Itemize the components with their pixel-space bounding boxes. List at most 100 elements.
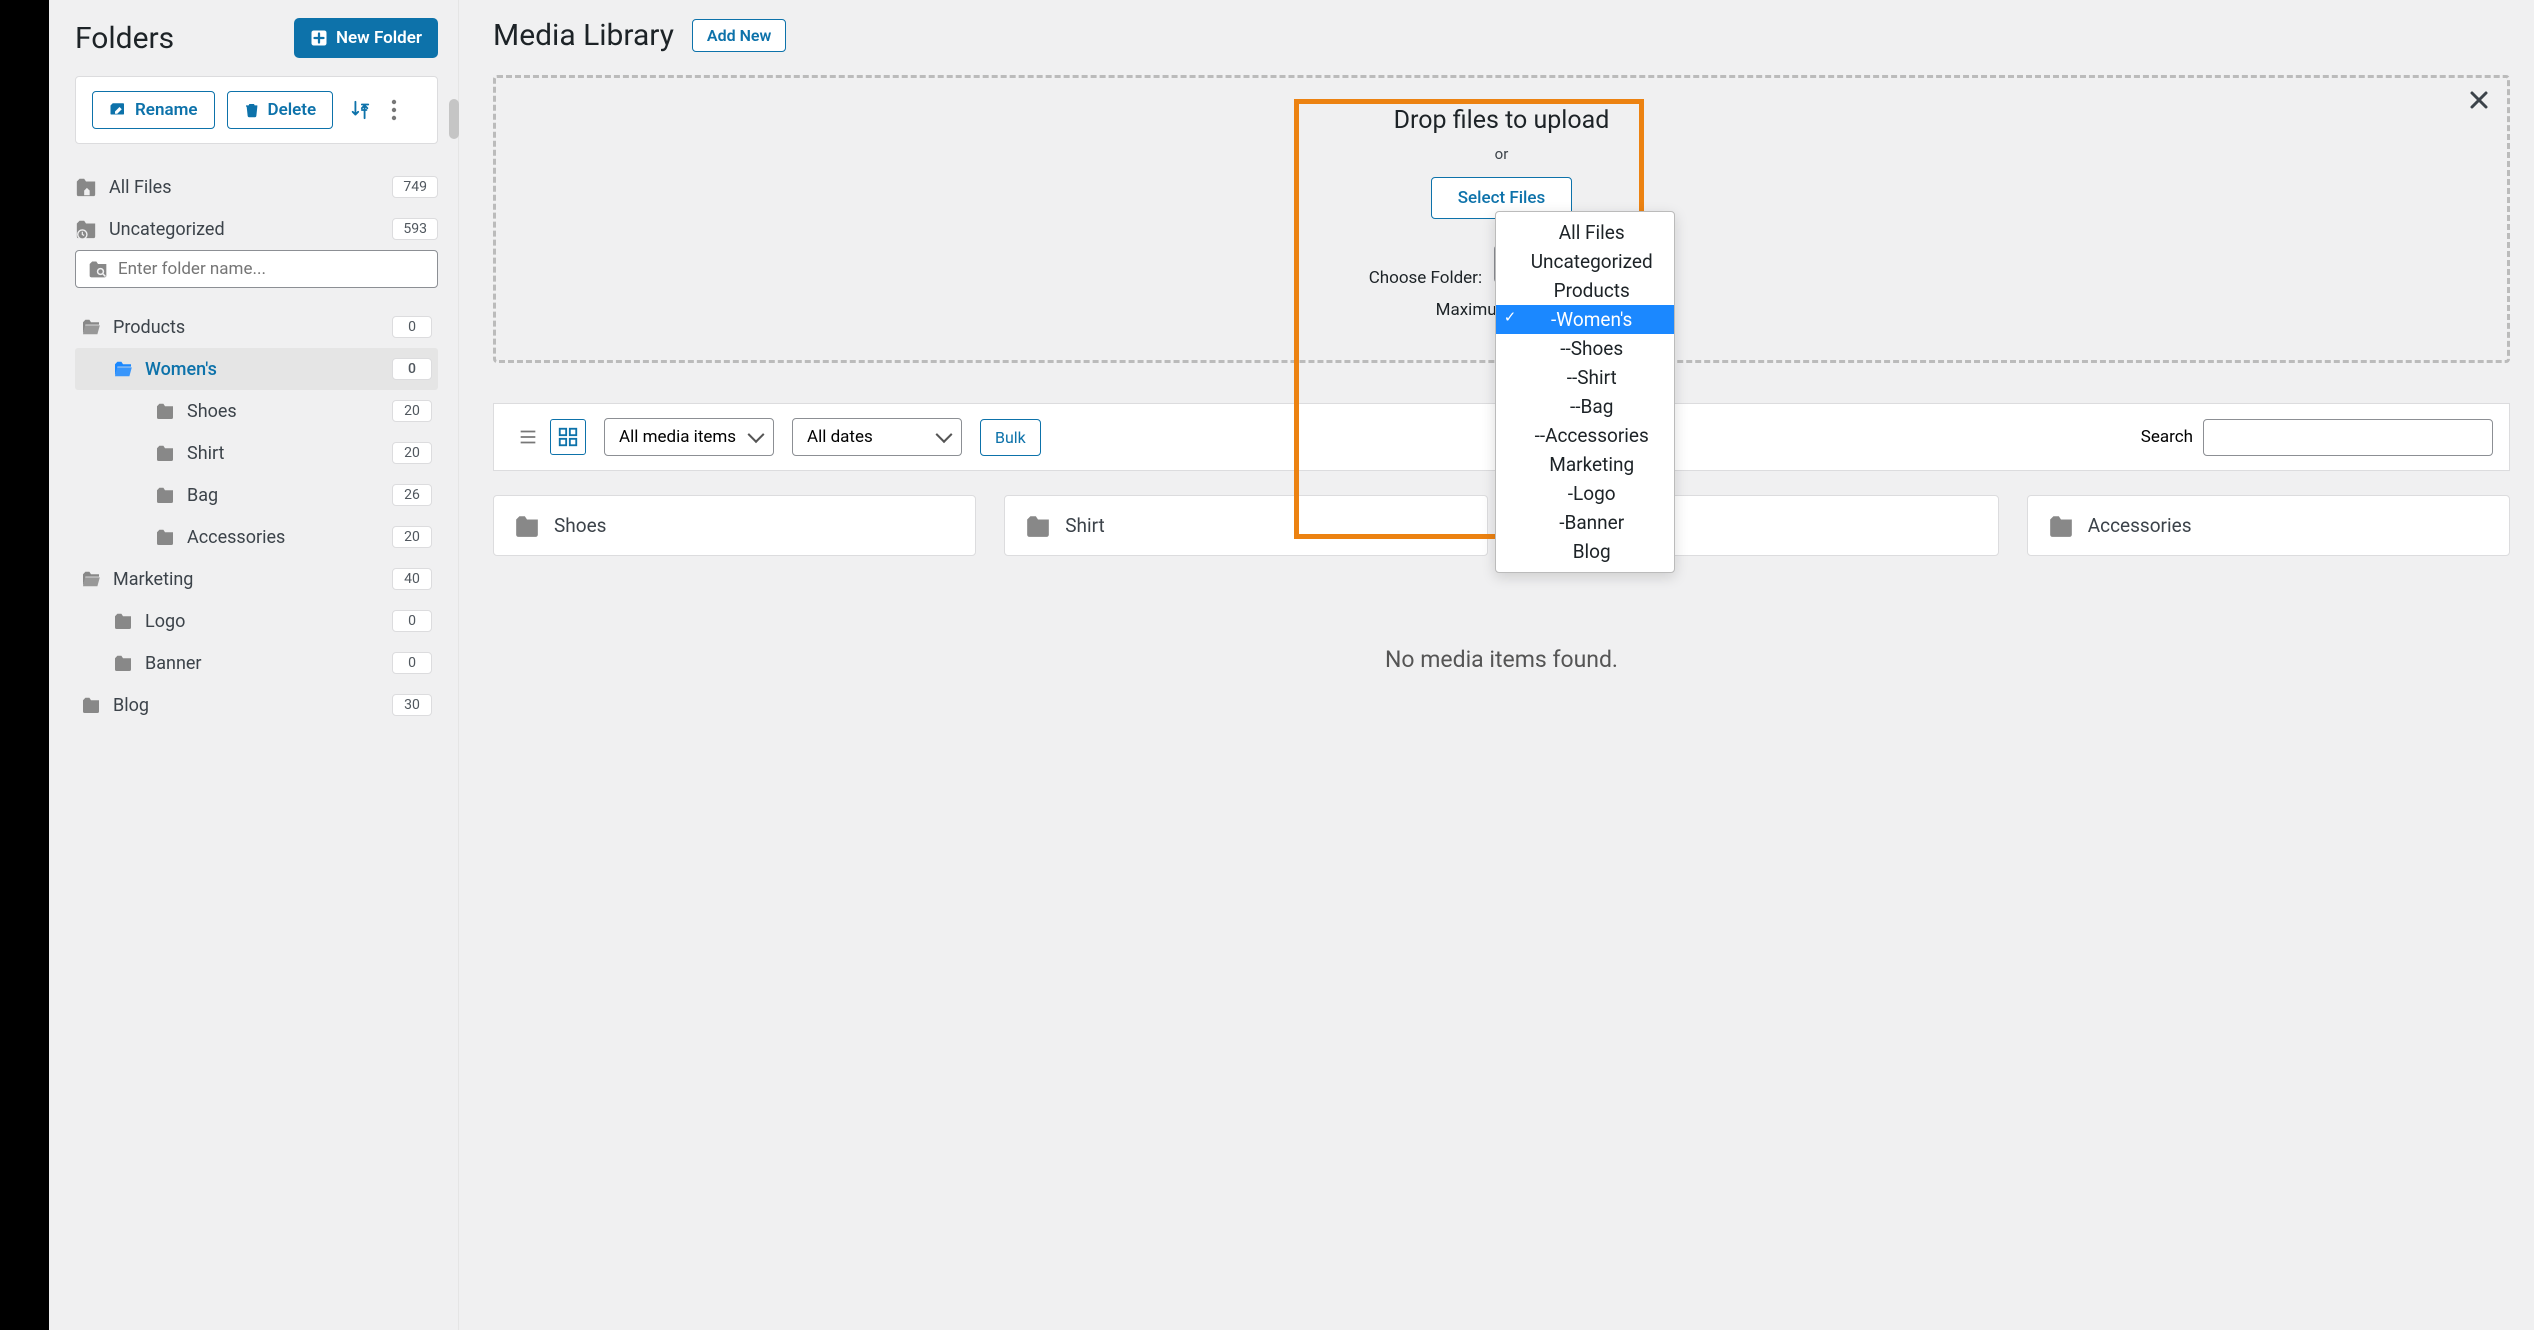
tree-item-banner[interactable]: Banner0	[75, 642, 438, 684]
admin-menu-strip	[0, 0, 49, 1330]
uncategorized-label: Uncategorized	[109, 219, 392, 240]
folder-option[interactable]: -Women's	[1496, 305, 1674, 334]
folder-icon	[155, 529, 177, 545]
folder-icon	[113, 613, 135, 629]
dropzone-or: or	[1369, 145, 1635, 163]
tree-item-label: Products	[113, 317, 392, 338]
new-folder-label: New Folder	[336, 28, 422, 48]
delete-label: Delete	[268, 100, 317, 120]
sidebar-scrollbar-thumb[interactable]	[449, 99, 459, 139]
more-options-button[interactable]	[387, 95, 401, 125]
media-type-select[interactable]: All media items	[604, 418, 774, 456]
folder-icon	[514, 515, 540, 537]
clock-folder-icon	[75, 219, 97, 239]
folder-option[interactable]: --Bag	[1496, 392, 1674, 421]
folder-option[interactable]: Marketing	[1496, 450, 1674, 479]
tree-item-logo[interactable]: Logo0	[75, 600, 438, 642]
folder-card-label: Shirt	[1065, 514, 1104, 537]
folder-card-shoes[interactable]: Shoes	[493, 495, 976, 556]
select-files-label: Select Files	[1458, 188, 1545, 208]
main-content: Media Library Add New Drop files to uplo…	[459, 0, 2534, 1330]
tree-item-count: 0	[392, 358, 432, 380]
tree-item-count: 26	[392, 484, 432, 506]
plus-icon	[310, 29, 328, 47]
folder-search-wrap	[75, 250, 438, 288]
rename-label: Rename	[135, 100, 198, 120]
folder-card-shirt[interactable]: Shirt	[1004, 495, 1487, 556]
folder-card-accessories[interactable]: Accessories	[2027, 495, 2510, 556]
tree-item-women-s[interactable]: Women's0	[75, 348, 438, 390]
no-media-message: No media items found.	[493, 616, 2510, 703]
folders-sidebar: Folders New Folder Rename Delete	[49, 0, 459, 1330]
folder-toolbar: Rename Delete	[75, 76, 438, 144]
tree-item-marketing[interactable]: Marketing40	[75, 558, 438, 600]
folder-icon	[81, 697, 103, 713]
list-view-button[interactable]	[510, 419, 546, 455]
folder-icon	[81, 571, 103, 587]
add-new-button[interactable]: Add New	[692, 19, 786, 52]
dropzone-title: Drop files to upload	[1369, 106, 1635, 135]
folder-option[interactable]: --Shirt	[1496, 363, 1674, 392]
folder-icon	[155, 403, 177, 419]
folder-option[interactable]: --Shoes	[1496, 334, 1674, 363]
tree-item-shirt[interactable]: Shirt20	[75, 432, 438, 474]
folder-icon	[113, 361, 135, 377]
rename-button[interactable]: Rename	[92, 91, 215, 129]
folder-tree: Products0Women's0Shoes20Shirt20Bag26Acce…	[75, 306, 438, 1330]
home-folder-icon	[75, 177, 97, 197]
tree-item-label: Logo	[145, 611, 392, 632]
tree-item-label: Banner	[145, 653, 392, 674]
edit-icon	[109, 101, 127, 119]
tree-item-count: 0	[392, 610, 432, 632]
folder-option[interactable]: All Files	[1496, 218, 1674, 247]
folder-option[interactable]: Products	[1496, 276, 1674, 305]
folder-option[interactable]: -Banner	[1496, 508, 1674, 537]
folder-option[interactable]: Uncategorized	[1496, 247, 1674, 276]
tree-item-label: Bag	[187, 485, 392, 506]
tree-item-blog[interactable]: Blog30	[75, 684, 438, 726]
sort-button[interactable]	[345, 95, 375, 125]
folder-icon	[2048, 515, 2074, 537]
date-select[interactable]: All dates	[792, 418, 962, 456]
folder-icon	[155, 487, 177, 503]
folder-option[interactable]: Blog	[1496, 537, 1674, 566]
tree-item-shoes[interactable]: Shoes20	[75, 390, 438, 432]
tree-item-count: 40	[392, 568, 432, 590]
search-label: Search	[2141, 427, 2193, 447]
sidebar-title: Folders	[75, 21, 174, 56]
tree-item-bag[interactable]: Bag26	[75, 474, 438, 516]
choose-folder-label: Choose Folder:	[1369, 268, 1482, 288]
tree-item-label: Shirt	[187, 443, 392, 464]
uncategorized-row[interactable]: Uncategorized 593	[75, 208, 438, 250]
all-files-row[interactable]: All Files 749	[75, 166, 438, 208]
tree-item-accessories[interactable]: Accessories20	[75, 516, 438, 558]
folder-icon	[155, 445, 177, 461]
new-folder-button[interactable]: New Folder	[294, 18, 438, 58]
delete-button[interactable]: Delete	[227, 91, 334, 129]
folder-option[interactable]: --Accessories	[1496, 421, 1674, 450]
page-title: Media Library	[493, 18, 674, 53]
tree-item-label: Blog	[113, 695, 392, 716]
upload-dropzone[interactable]: Drop files to upload or Select Files Cho…	[493, 75, 2510, 363]
all-files-count: 749	[392, 176, 438, 198]
folder-option[interactable]: -Logo	[1496, 479, 1674, 508]
grid-view-button[interactable]	[550, 419, 586, 455]
tree-item-products[interactable]: Products0	[75, 306, 438, 348]
folder-icon	[113, 655, 135, 671]
media-search-input[interactable]	[2203, 419, 2493, 456]
folder-card-label: Accessories	[2088, 514, 2192, 537]
bulk-select-button[interactable]: Bulk	[980, 419, 1041, 456]
uncategorized-count: 593	[392, 218, 438, 240]
trash-icon	[244, 101, 260, 119]
folder-dropdown-popup[interactable]: All FilesUncategorizedProducts-Women's--…	[1495, 211, 1675, 573]
tree-item-count: 20	[392, 442, 432, 464]
tree-item-count: 0	[392, 652, 432, 674]
folder-icon	[81, 319, 103, 335]
all-files-label: All Files	[109, 177, 392, 198]
close-dropzone-button[interactable]	[2469, 90, 2489, 110]
tree-item-label: Marketing	[113, 569, 392, 590]
folder-card-label: Shoes	[554, 514, 606, 537]
tree-item-count: 0	[392, 316, 432, 338]
folder-search-input[interactable]	[118, 259, 425, 279]
tree-item-count: 20	[392, 400, 432, 422]
